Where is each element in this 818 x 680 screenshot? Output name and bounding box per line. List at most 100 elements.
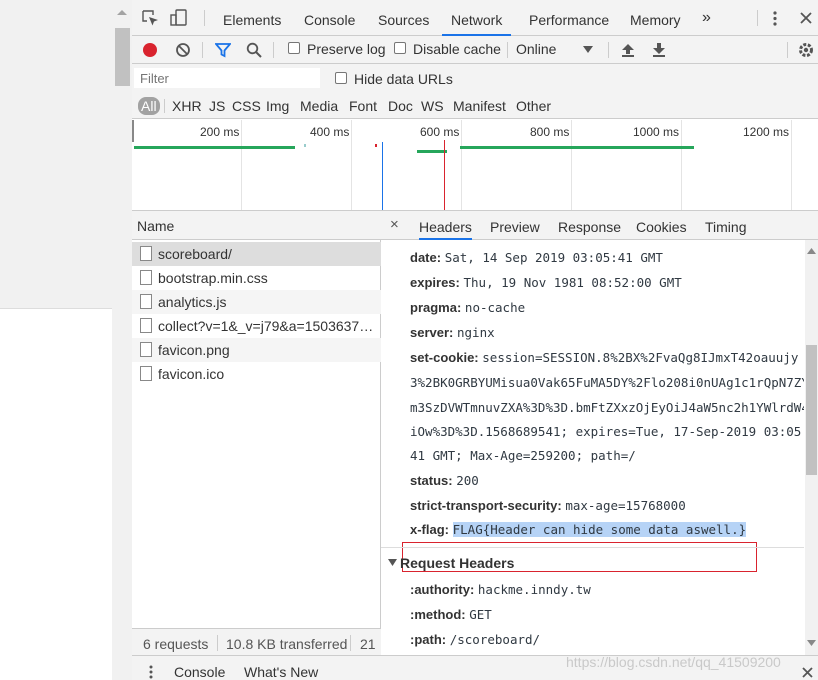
request-details-pane: × Headers Preview Response Cookies Timin…	[381, 211, 818, 655]
tab-performance[interactable]: Performance	[529, 0, 609, 36]
scroll-up-arrow-icon[interactable]	[807, 248, 816, 254]
types-divider	[164, 99, 165, 113]
type-filter-manifest[interactable]: Manifest	[453, 98, 506, 114]
section-divider	[381, 547, 804, 548]
type-filter-xhr[interactable]: XHR	[172, 98, 202, 114]
type-filter-all[interactable]: All	[138, 97, 160, 115]
drawer-menu-icon[interactable]	[149, 665, 153, 679]
type-filter-other[interactable]: Other	[516, 98, 551, 114]
close-devtools-icon[interactable]	[800, 12, 812, 24]
inspect-element-icon[interactable]	[142, 10, 159, 27]
overview-tick-label: 600 ms	[420, 125, 460, 139]
search-icon[interactable]	[246, 42, 262, 58]
request-row[interactable]: analytics.js	[132, 290, 381, 314]
request-list-header[interactable]: Name	[132, 211, 381, 240]
triangle-down-icon[interactable]	[388, 559, 397, 566]
drawer-tab-console[interactable]: Console	[174, 664, 225, 680]
page-content-area-lower	[0, 308, 112, 680]
type-filter-js[interactable]: JS	[209, 98, 225, 114]
tab-response[interactable]: Response	[558, 219, 621, 235]
disable-cache-checkbox[interactable]	[394, 42, 406, 54]
devtools-tabbar: Elements Console Sources Network Perform…	[132, 0, 818, 36]
tab-cookies[interactable]: Cookies	[636, 219, 687, 235]
header-row-server: server: nginx	[410, 325, 495, 340]
page-scrollbar-thumb[interactable]	[115, 28, 130, 86]
close-drawer-icon[interactable]	[802, 667, 813, 678]
hide-data-urls-label[interactable]: Hide data URLs	[354, 71, 453, 87]
set-cookie-continued: 41 GMT; Max-Age=259200; path=/	[410, 448, 636, 463]
name-column-header[interactable]: Name	[137, 218, 174, 234]
overview-gridline	[461, 120, 462, 210]
document-icon	[140, 294, 152, 309]
overview-left-handle[interactable]	[132, 120, 134, 142]
request-header-row: :method: GET	[410, 607, 492, 622]
gear-icon[interactable]	[797, 41, 815, 59]
drawer-tab-whats-new[interactable]: What's New	[244, 664, 318, 680]
request-row[interactable]: bootstrap.min.css	[132, 266, 381, 290]
scroll-up-arrow-icon[interactable]	[117, 10, 127, 15]
chevron-down-icon[interactable]	[583, 46, 593, 53]
tab-preview[interactable]: Preview	[490, 219, 540, 235]
overview-request-bar	[417, 150, 447, 153]
tab-sources[interactable]: Sources	[378, 0, 429, 36]
request-headers-section-title[interactable]: Request Headers	[400, 555, 514, 571]
type-filter-ws[interactable]: WS	[421, 98, 444, 114]
export-har-icon[interactable]	[652, 42, 666, 58]
hide-data-urls-checkbox[interactable]	[335, 72, 347, 84]
more-tabs-button[interactable]: »	[702, 0, 711, 36]
device-toolbar-icon[interactable]	[170, 9, 188, 27]
header-name: x-flag:	[410, 522, 449, 537]
overview-tick-label: 1200 ms	[743, 125, 790, 139]
clear-icon[interactable]	[175, 42, 191, 58]
tab-memory[interactable]: Memory	[630, 0, 681, 36]
request-name[interactable]: favicon.png	[158, 342, 376, 358]
disable-cache-label[interactable]: Disable cache	[413, 41, 501, 57]
summary-divider	[217, 635, 218, 651]
request-row[interactable]: favicon.png	[132, 338, 381, 362]
filter-icon[interactable]	[215, 42, 231, 58]
request-name[interactable]: analytics.js	[158, 294, 376, 310]
set-cookie-continued: m3SzDVWTmnuvZXA%3D%3D.bmFtZXxzOjEyOiJ4aW…	[410, 400, 804, 415]
header-name: strict-transport-security:	[410, 498, 562, 513]
overview-gridline	[681, 120, 682, 210]
request-row[interactable]: scoreboard/	[132, 242, 381, 266]
tab-headers[interactable]: Headers	[419, 219, 472, 240]
devtools-panel: Elements Console Sources Network Perform…	[132, 0, 818, 680]
header-name: server:	[410, 325, 454, 340]
document-icon	[140, 366, 152, 381]
request-name[interactable]: collect?v=1&_v=j79&a=15036373...	[158, 318, 376, 334]
type-filter-css[interactable]: CSS	[232, 98, 261, 114]
type-filter-img[interactable]: Img	[266, 98, 289, 114]
request-name[interactable]: scoreboard/	[158, 246, 376, 262]
record-icon[interactable]	[142, 42, 158, 58]
request-name[interactable]: favicon.ico	[158, 366, 376, 382]
load-event-line	[444, 140, 445, 210]
close-details-icon[interactable]: ×	[390, 216, 399, 233]
import-har-icon[interactable]	[621, 42, 635, 58]
scroll-down-arrow-icon[interactable]	[807, 640, 816, 646]
document-icon	[140, 270, 152, 285]
page-scrollbar[interactable]	[112, 0, 132, 680]
preserve-log-checkbox[interactable]	[288, 42, 300, 54]
request-name[interactable]: bootstrap.min.css	[158, 270, 376, 286]
tab-console[interactable]: Console	[304, 0, 355, 36]
type-filter-doc[interactable]: Doc	[388, 98, 413, 114]
throttling-select[interactable]: Online	[516, 41, 556, 57]
header-row-date: date: Sat, 14 Sep 2019 03:05:41 GMT	[410, 250, 663, 265]
network-overview-timeline[interactable]: 200 ms 400 ms 600 ms 800 ms 1000 ms 1200…	[132, 120, 818, 211]
request-row[interactable]: collect?v=1&_v=j79&a=15036373...	[132, 314, 381, 338]
request-row[interactable]: favicon.ico	[132, 362, 381, 386]
type-filter-font[interactable]: Font	[349, 98, 377, 114]
flag-value[interactable]: FLAG{Header can hide some data aswell.}	[452, 522, 747, 537]
set-cookie-continued: 3%2BK0GRBYUMisua0Vak65FuMA5DY%2Flo208i0n…	[410, 375, 804, 390]
tab-timing[interactable]: Timing	[705, 219, 747, 235]
preserve-log-label[interactable]: Preserve log	[307, 41, 386, 57]
tab-elements[interactable]: Elements	[223, 0, 281, 36]
type-filter-media[interactable]: Media	[300, 98, 338, 114]
watermark: https://blog.csdn.net/qq_41509200	[566, 654, 781, 670]
tab-network[interactable]: Network	[442, 0, 512, 36]
details-scrollbar-thumb[interactable]	[806, 345, 817, 475]
filter-input[interactable]	[134, 68, 320, 88]
details-scrollbar[interactable]	[805, 240, 818, 655]
kebab-menu-icon[interactable]	[773, 11, 777, 26]
